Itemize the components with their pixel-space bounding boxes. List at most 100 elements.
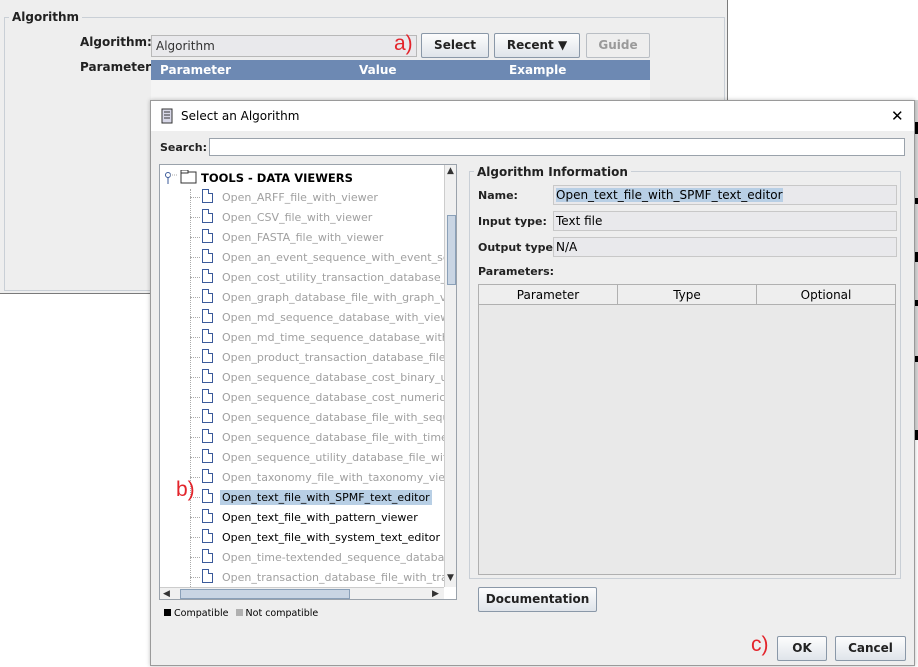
recent-button-label: Recent xyxy=(506,38,554,52)
tree-connector xyxy=(190,297,200,298)
document-icon xyxy=(202,349,213,363)
not-compatible-legend-label: Not compatible xyxy=(245,608,319,619)
parameters-table-header: Parameter Value Example xyxy=(151,60,650,80)
document-icon xyxy=(202,189,213,203)
name-label: Name: xyxy=(478,189,518,202)
compatible-legend-label: Compatible xyxy=(174,608,229,619)
compatible-swatch xyxy=(164,609,171,616)
tree-connector xyxy=(190,277,200,278)
cancel-button[interactable]: Cancel xyxy=(835,636,906,661)
search-input[interactable] xyxy=(209,138,905,156)
tree-connector xyxy=(190,257,200,258)
output-type-field[interactable]: N/A xyxy=(553,237,897,257)
tree-item-label: Open_md_time_sequence_database_with_vie xyxy=(222,331,457,344)
document-icon xyxy=(202,389,213,403)
tree-item-label: Open_text_file_with_pattern_viewer xyxy=(222,511,418,524)
column-example: Example xyxy=(509,63,567,77)
tree-connector xyxy=(190,237,200,238)
vertical-scroll-thumb[interactable] xyxy=(447,215,456,285)
annotation-b: b) xyxy=(176,478,195,501)
tree-connector xyxy=(190,217,200,218)
info-parameters-label: Parameters: xyxy=(478,265,555,278)
scroll-down-icon[interactable]: ▼ xyxy=(447,573,454,583)
tree-connector xyxy=(190,377,200,378)
algorithm-field[interactable]: Algorithm xyxy=(151,35,417,57)
document-icon xyxy=(202,449,213,463)
tree-item-label: Open_sequence_database_file_with_sequenc xyxy=(222,411,457,424)
tree-connector xyxy=(190,577,200,578)
documentation-button[interactable]: Documentation xyxy=(478,587,597,612)
dropdown-triangle-icon: ▼ xyxy=(557,38,568,52)
document-icon xyxy=(202,309,213,323)
tree-connector xyxy=(190,517,200,518)
tree-item-label: Open_cost_utility_transaction_database_f… xyxy=(222,271,457,284)
input-type-label: Input type: xyxy=(478,215,547,228)
horizontal-scroll-thumb[interactable] xyxy=(180,589,350,599)
tree-root-folder-icon xyxy=(165,170,197,184)
document-icon xyxy=(202,489,213,503)
scroll-up-icon[interactable]: ▲ xyxy=(447,166,454,176)
tree-connector xyxy=(190,397,200,398)
tree-item-label: Open_transaction_database_file_with_tran… xyxy=(222,571,457,584)
tree-root-label[interactable]: TOOLS - DATA VIEWERS xyxy=(201,171,353,185)
algorithm-tree[interactable]: TOOLS - DATA VIEWERS Open_ARFF_file_with… xyxy=(159,164,457,600)
name-value: Open_text_file_with_SPMF_text_editor xyxy=(556,188,783,202)
document-icon xyxy=(202,249,213,263)
dialog-title: Select an Algorithm xyxy=(181,109,300,123)
tree-connector xyxy=(190,417,200,418)
algorithm-information-title: Algorithm Information xyxy=(474,165,631,179)
tree-connector xyxy=(190,537,200,538)
tree-item-label: Open_product_transaction_database_file_w… xyxy=(222,351,457,364)
compatibility-legend: Compatible Not compatible xyxy=(164,608,318,619)
tree-item-label: Open_sequence_database_cost_numeric_util… xyxy=(222,391,457,404)
tree-item-label: Open_md_sequence_database_with_viewer xyxy=(222,311,457,324)
algorithm-label: Algorithm: xyxy=(80,35,152,49)
input-type-field[interactable]: Text file xyxy=(553,211,897,231)
tree-item-label: Open_sequence_database_file_with_time_in… xyxy=(222,431,457,444)
document-icon xyxy=(202,529,213,543)
tree-item-label: Open_text_file_with_system_text_editor xyxy=(222,531,441,544)
not-compatible-swatch xyxy=(235,609,243,616)
column-value: Value xyxy=(359,63,397,77)
column-type[interactable]: Type xyxy=(618,285,757,305)
document-icon xyxy=(202,509,213,523)
tree-item-label: Open_taxonomy_file_with_taxonomy_viewer xyxy=(222,471,457,484)
tree-connector xyxy=(190,437,200,438)
tree-item-label: Open_FASTA_file_with_viewer xyxy=(222,231,384,244)
select-algorithm-dialog: Select an Algorithm ✕ Search: TOOLS - DA… xyxy=(150,100,915,666)
dialog-titlebar[interactable]: Select an Algorithm ✕ xyxy=(151,101,914,131)
tree-item-label: Open_text_file_with_SPMF_text_editor xyxy=(220,490,432,505)
column-parameter[interactable]: Parameter xyxy=(479,285,618,305)
recent-button[interactable]: Recent ▼ xyxy=(494,33,580,58)
name-field[interactable]: Open_text_file_with_SPMF_text_editor xyxy=(553,185,897,205)
tree-connector xyxy=(190,357,200,358)
vertical-scrollbar[interactable]: ▲ ▼ xyxy=(444,165,456,587)
document-icon xyxy=(202,269,213,283)
annotation-a: a) xyxy=(394,32,413,55)
document-icon xyxy=(202,369,213,383)
algorithm-parameters-table[interactable]: Parameter Type Optional xyxy=(478,284,896,575)
document-icon xyxy=(202,469,213,483)
close-icon[interactable]: ✕ xyxy=(891,107,904,125)
tree-guide-line xyxy=(190,189,191,595)
scroll-right-icon[interactable]: ▶ xyxy=(432,589,439,599)
tree-connector xyxy=(190,197,200,198)
parameters-table-body[interactable] xyxy=(151,80,650,100)
algorithm-group-title: Algorithm xyxy=(9,10,83,24)
tree-item-label: Open_sequence_utility_database_file_with… xyxy=(222,451,457,464)
tree-connector xyxy=(190,457,200,458)
horizontal-scrollbar[interactable]: ◀ ▶ xyxy=(160,587,444,599)
document-icon xyxy=(202,549,213,563)
tree-item-label: Open_CSV_file_with_viewer xyxy=(222,211,373,224)
tree-item-label: Open_graph_database_file_with_graph_view… xyxy=(222,291,457,304)
ok-button[interactable]: OK xyxy=(777,636,827,661)
scroll-left-icon[interactable]: ◀ xyxy=(163,589,170,599)
tree-connector xyxy=(190,557,200,558)
guide-button[interactable]: Guide xyxy=(586,33,650,58)
tree-item-label: Open_time-textended_sequence_database_w xyxy=(222,551,457,564)
annotation-c: c) xyxy=(751,633,769,656)
output-type-label: Output type: xyxy=(478,241,558,254)
column-optional[interactable]: Optional xyxy=(757,285,895,305)
select-button[interactable]: Select xyxy=(421,33,489,58)
document-icon xyxy=(202,289,213,303)
